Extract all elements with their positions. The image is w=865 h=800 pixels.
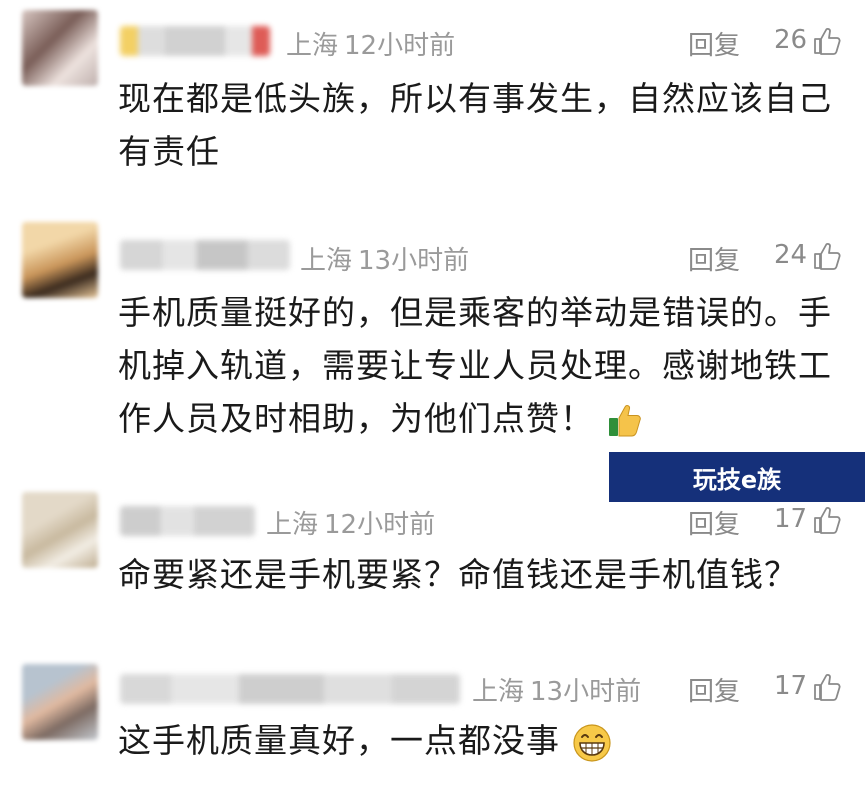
comment-location: 上海 [286, 31, 339, 61]
reply-button[interactable]: 回复 [688, 671, 740, 708]
thumbs-up-outline-icon[interactable] [812, 241, 842, 271]
username-blurred[interactable] [120, 506, 255, 536]
thumbs-up-outline-icon[interactable] [812, 26, 842, 56]
like-count: 26 [774, 25, 808, 55]
username-blurred[interactable] [120, 674, 460, 704]
avatar[interactable] [22, 222, 98, 298]
comment-meta: 上海 12小时前 [286, 25, 455, 62]
comment-meta: 上海 13小时前 [472, 671, 641, 708]
comment-time: 12小时前 [324, 510, 436, 540]
like-count: 24 [774, 240, 808, 270]
username-blurred[interactable] [120, 26, 270, 56]
comment-text-body: 手机质量挺好的，但是乘客的举动是错误的。手机掉入轨道，需要让专业人员处理。感谢地… [118, 293, 832, 438]
like-count: 17 [774, 671, 808, 701]
comment-location: 上海 [300, 246, 353, 276]
comment-time: 13小时前 [530, 677, 642, 707]
watermark-text: 玩技e族 [692, 465, 782, 494]
comment-text: 手机质量挺好的，但是乘客的举动是错误的。手机掉入轨道，需要让专业人员处理。感谢地… [118, 286, 848, 445]
thumbs-up-outline-icon[interactable] [812, 505, 842, 535]
comment-text-body: 这手机质量真好，一点都没事 [118, 721, 560, 760]
reply-button[interactable]: 回复 [688, 504, 740, 541]
comment-meta: 上海 12小时前 [266, 504, 435, 541]
avatar[interactable] [22, 664, 98, 740]
thumbs-up-outline-icon[interactable] [812, 672, 842, 702]
avatar[interactable] [22, 492, 98, 568]
comment-location: 上海 [472, 677, 525, 707]
comment-meta: 上海 13小时前 [300, 240, 469, 277]
comment-text: 现在都是低头族，所以有事发生，自然应该自己有责任 [118, 79, 832, 171]
avatar[interactable] [22, 10, 98, 86]
like-count: 17 [774, 504, 808, 534]
comment-text: 这手机质量真好，一点都没事 [118, 714, 848, 767]
comment-text: 命要紧还是手机要紧？命值钱还是手机值钱？ [118, 555, 798, 594]
comment-time: 13小时前 [358, 246, 470, 276]
watermark-banner: 玩技e族 [609, 452, 865, 502]
comment-time: 12小时前 [344, 31, 456, 61]
thumbs-up-emoji [608, 404, 641, 436]
reply-button[interactable]: 回复 [688, 240, 740, 277]
username-blurred[interactable] [120, 240, 290, 270]
comment-location: 上海 [266, 510, 319, 540]
reply-button[interactable]: 回复 [688, 25, 740, 62]
grinning-face-emoji [572, 723, 611, 762]
